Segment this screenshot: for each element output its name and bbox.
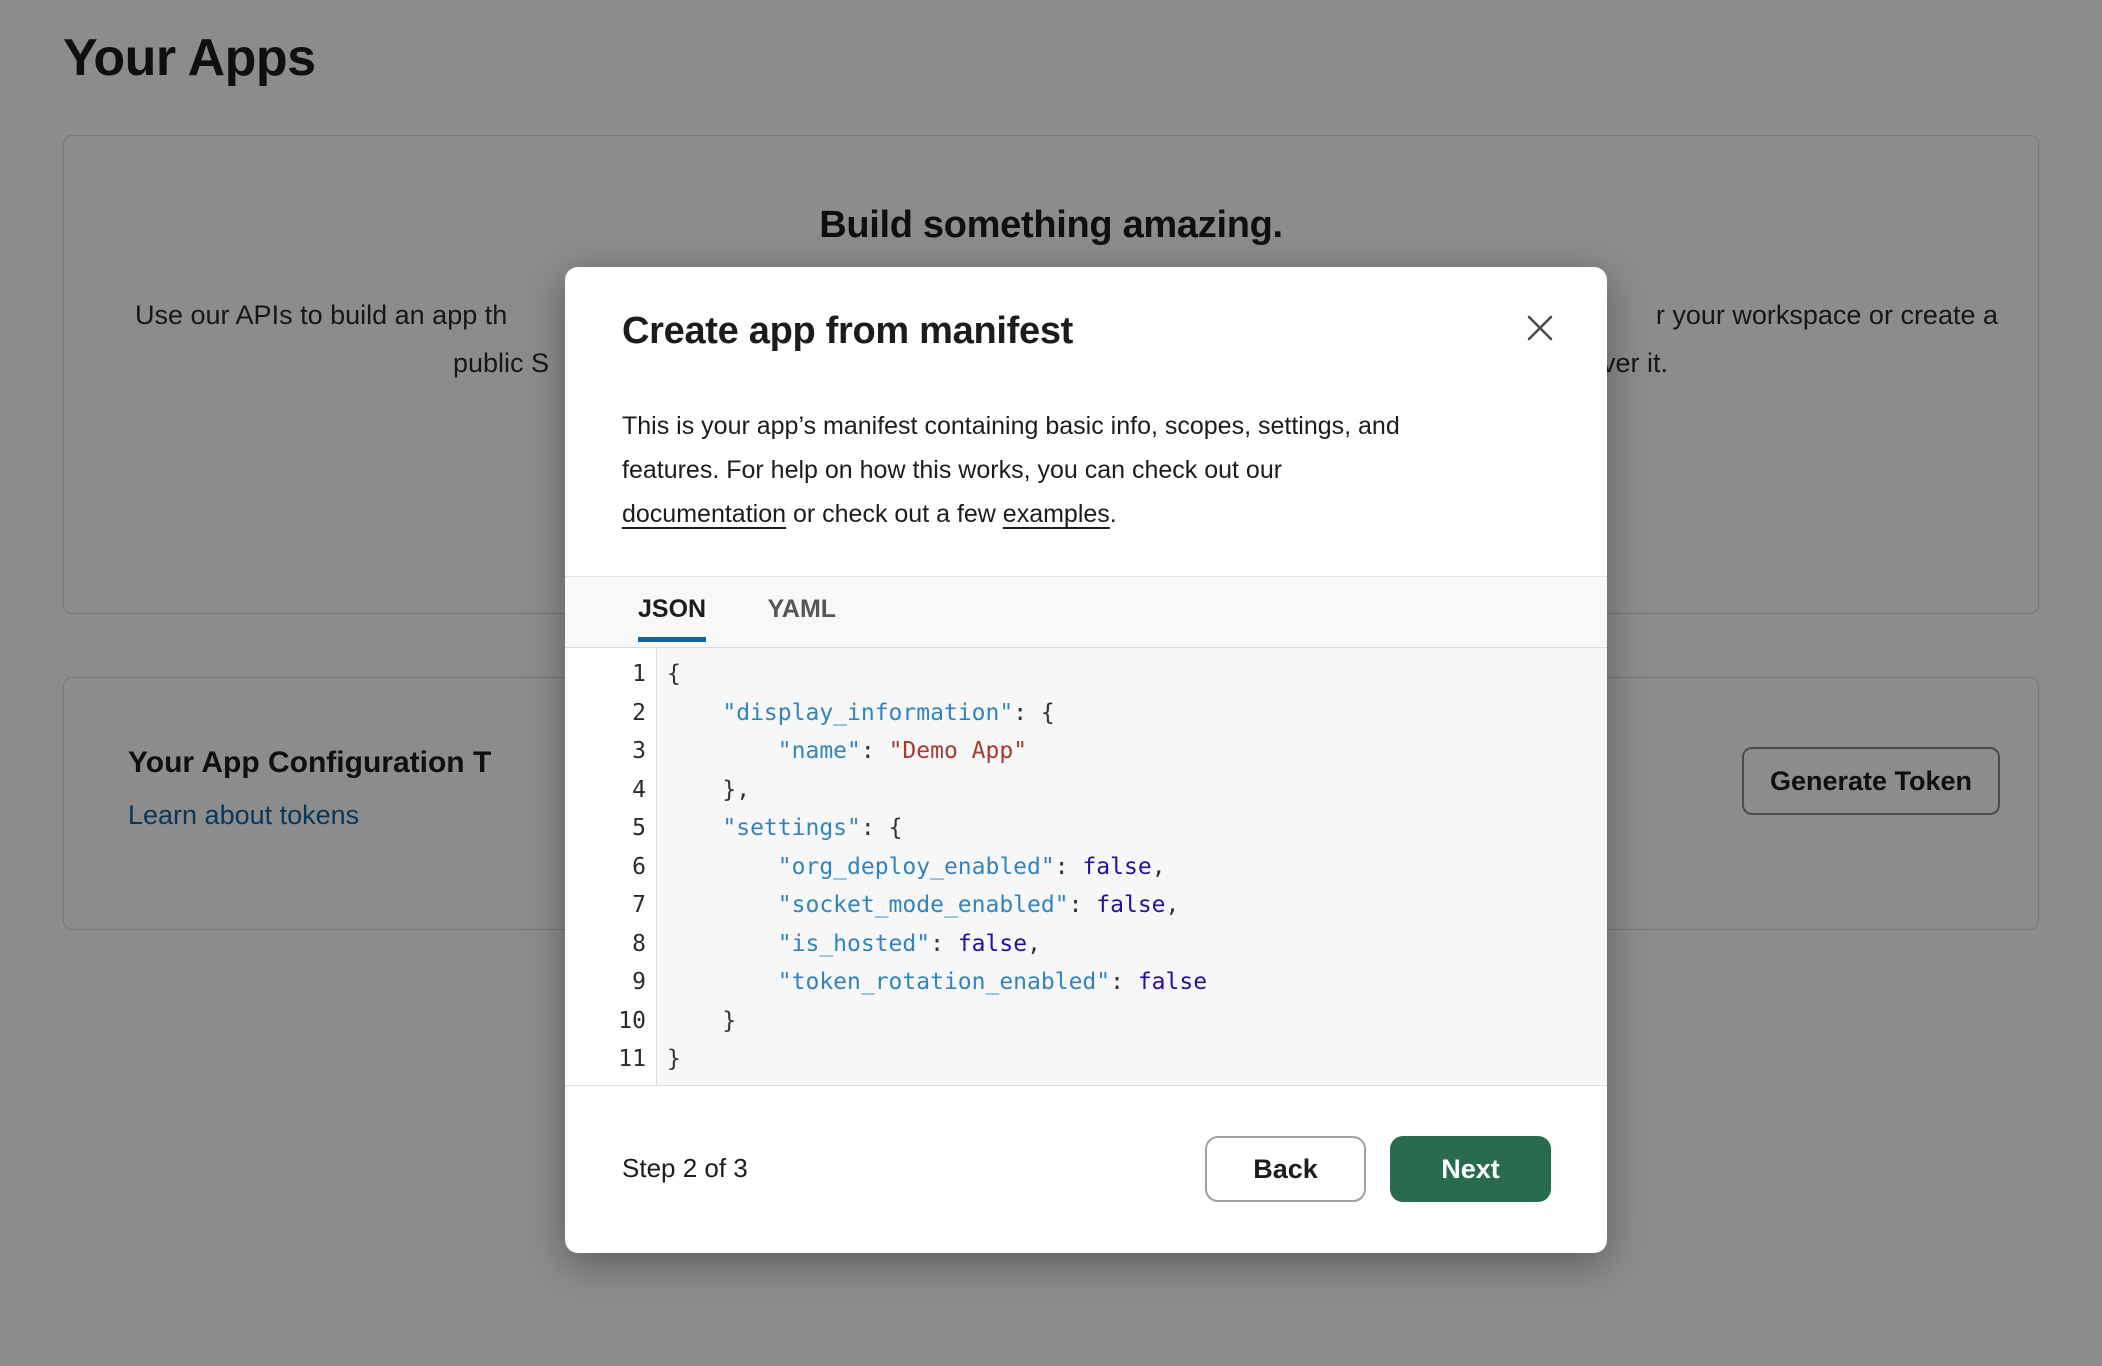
code-token: : — [1055, 854, 1083, 880]
code-token: "org_deploy_enabled" — [778, 854, 1055, 880]
line-number: 11 — [565, 1040, 646, 1079]
code-line: { — [667, 655, 1207, 694]
tab-yaml[interactable]: YAML — [768, 577, 837, 642]
description-line: documentation or check out a few example… — [622, 492, 1552, 536]
line-number: 3 — [565, 732, 646, 771]
code-token: } — [667, 1046, 681, 1072]
code-line: "org_deploy_enabled": false, — [667, 848, 1207, 887]
code-line: "is_hosted": false, — [667, 925, 1207, 964]
code-token — [667, 738, 778, 764]
code-token: : { — [1013, 700, 1055, 726]
description-line: This is your app’s manifest containing b… — [622, 404, 1552, 448]
next-button[interactable]: Next — [1390, 1136, 1551, 1202]
code-line: "display_information": { — [667, 694, 1207, 733]
code-token: false — [958, 931, 1027, 957]
line-number: 1 — [565, 655, 646, 694]
line-number: 4 — [565, 771, 646, 810]
line-number: 2 — [565, 694, 646, 733]
description-text: or check out a few — [786, 500, 1003, 528]
examples-link[interactable]: examples — [1003, 500, 1110, 528]
code-line: "settings": { — [667, 809, 1207, 848]
code-line: }, — [667, 771, 1207, 810]
modal-description: This is your app’s manifest containing b… — [622, 404, 1552, 536]
line-number: 5 — [565, 809, 646, 848]
code-token: } — [667, 1008, 736, 1034]
code-token — [667, 931, 778, 957]
code-token: false — [1082, 854, 1151, 880]
tab-json[interactable]: JSON — [638, 577, 706, 642]
modal-title: Create app from manifest — [622, 310, 1073, 353]
code-token: false — [1138, 969, 1207, 995]
code-token: , — [1152, 854, 1166, 880]
code-token — [667, 854, 778, 880]
code-line: } — [667, 1002, 1207, 1041]
code-token: : — [861, 738, 889, 764]
code-token: "settings" — [722, 815, 860, 841]
code-token: , — [1166, 892, 1180, 918]
line-number: 8 — [565, 925, 646, 964]
line-number: 6 — [565, 848, 646, 887]
code-token — [667, 969, 778, 995]
code-token: : { — [861, 815, 903, 841]
line-number: 10 — [565, 1002, 646, 1041]
code-token — [667, 700, 722, 726]
line-number: 7 — [565, 886, 646, 925]
close-button[interactable] — [1515, 303, 1565, 353]
code-token: false — [1096, 892, 1165, 918]
line-number: 9 — [565, 963, 646, 1002]
step-indicator: Step 2 of 3 — [622, 1153, 748, 1184]
manifest-format-tab-bar: JSON YAML — [565, 576, 1607, 648]
code-token: }, — [667, 777, 750, 803]
code-token: "token_rotation_enabled" — [778, 969, 1110, 995]
code-token — [667, 892, 778, 918]
code-token: , — [1027, 931, 1041, 957]
code-token: : — [930, 931, 958, 957]
code-lines: { "display_information": { "name": "Demo… — [657, 648, 1207, 1085]
code-line: "name": "Demo App" — [667, 732, 1207, 771]
manifest-code-editor[interactable]: 1234567891011 { "display_information": {… — [565, 648, 1607, 1086]
code-token: "is_hosted" — [778, 931, 930, 957]
code-token: "Demo App" — [889, 738, 1027, 764]
code-token: { — [667, 661, 681, 687]
code-gutter: 1234567891011 — [565, 648, 657, 1085]
description-text: . — [1110, 500, 1117, 528]
code-token: "name" — [778, 738, 861, 764]
code-line: "socket_mode_enabled": false, — [667, 886, 1207, 925]
create-app-from-manifest-modal: Create app from manifest This is your ap… — [565, 267, 1607, 1253]
code-token: "display_information" — [722, 700, 1013, 726]
code-line: "token_rotation_enabled": false — [667, 963, 1207, 1002]
code-token: : — [1110, 969, 1138, 995]
code-token: : — [1069, 892, 1097, 918]
documentation-link[interactable]: documentation — [622, 500, 786, 528]
code-token: "socket_mode_enabled" — [778, 892, 1069, 918]
code-line: } — [667, 1040, 1207, 1079]
close-icon — [1523, 311, 1557, 345]
code-token — [667, 815, 722, 841]
back-button[interactable]: Back — [1205, 1136, 1366, 1202]
description-line: features. For help on how this works, yo… — [622, 448, 1552, 492]
